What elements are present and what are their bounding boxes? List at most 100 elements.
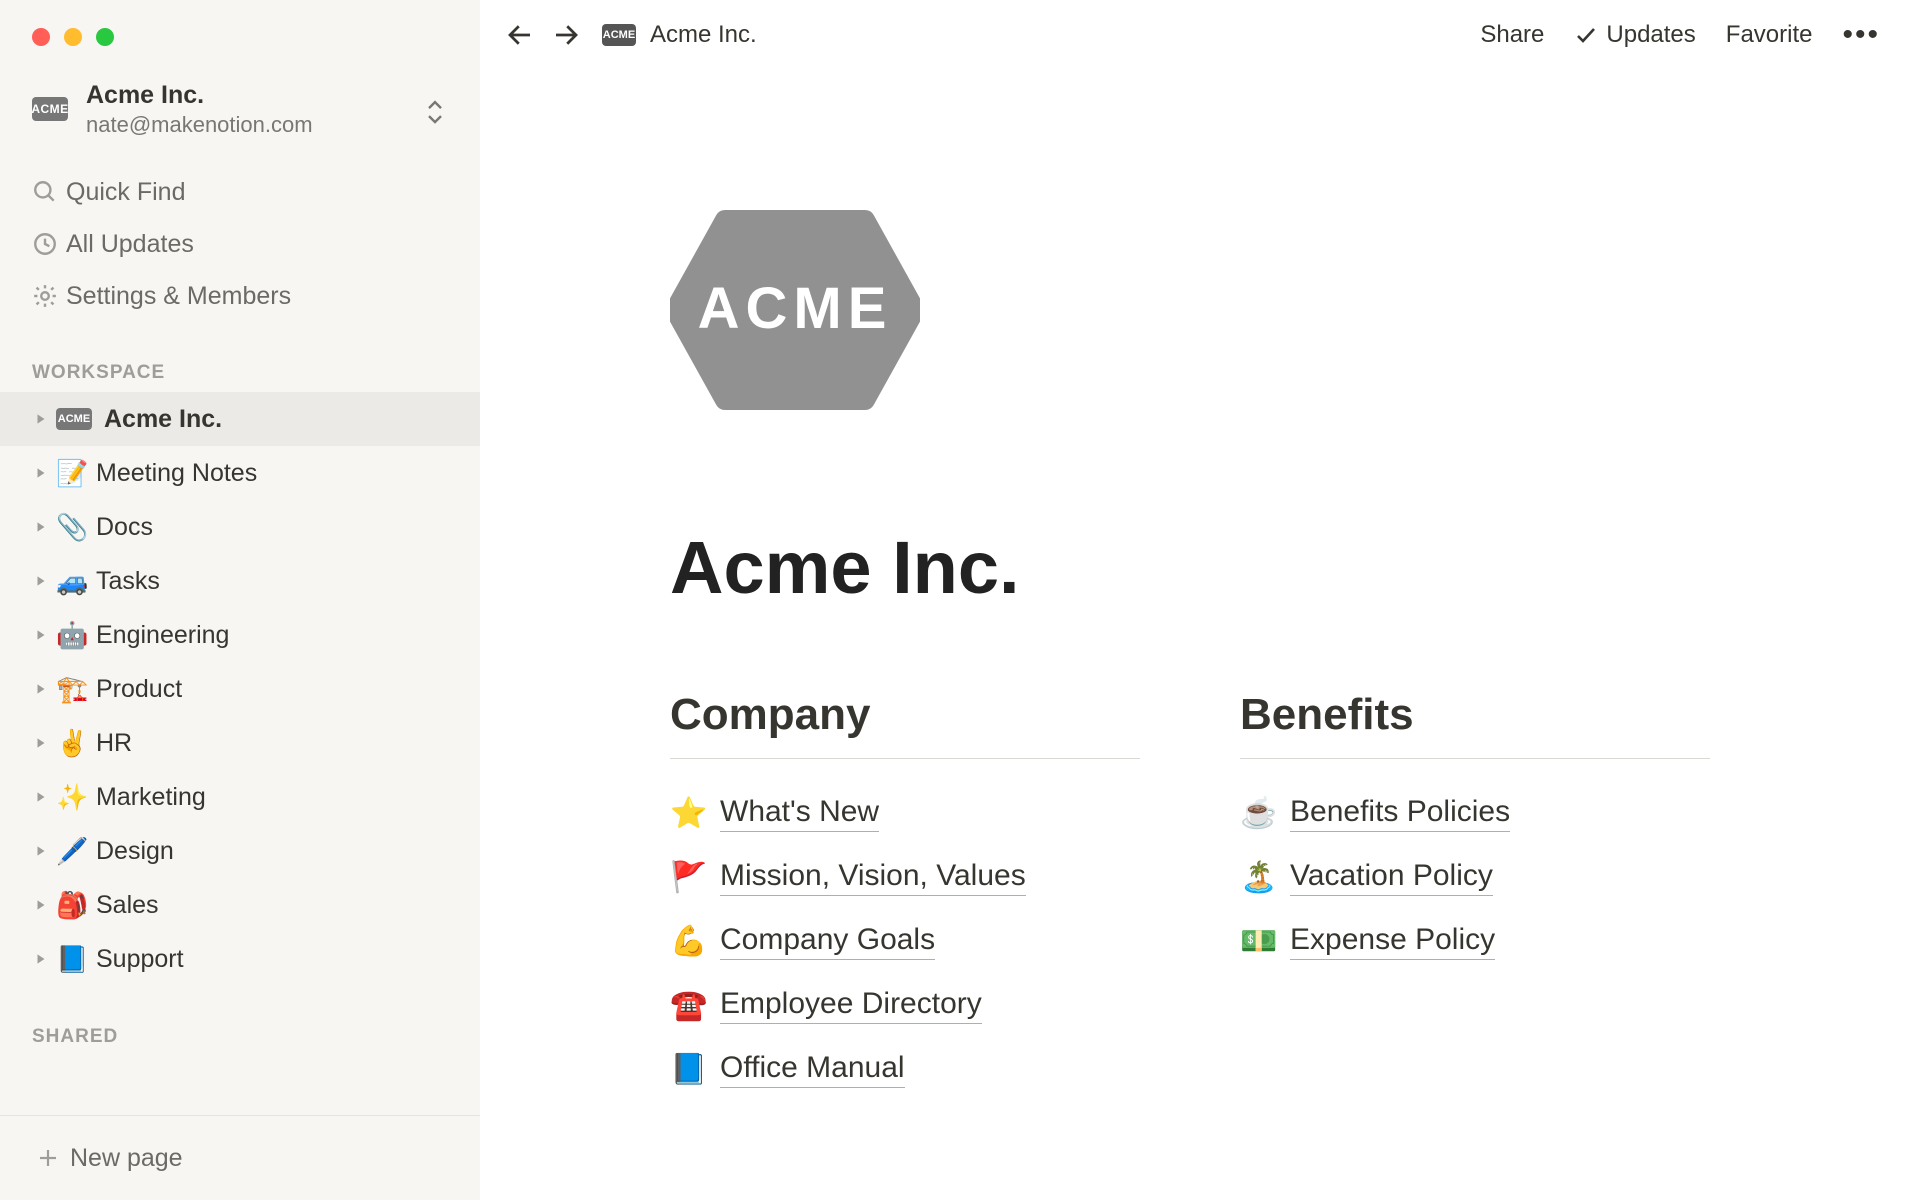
page-label: Marketing [96, 783, 206, 812]
sidebar-page-item[interactable]: 📎Docs [0, 500, 480, 554]
page-tree: ACMEAcme Inc.📝Meeting Notes📎Docs🚙Tasks🤖E… [0, 392, 480, 986]
acme-hexagon-icon: ACME [670, 210, 920, 410]
page-title[interactable]: Acme Inc. [670, 525, 1850, 610]
page-link[interactable]: 🚩Mission, Vision, Values [670, 845, 1140, 909]
page-label: HR [96, 729, 132, 758]
chevron-up-down-icon [426, 99, 444, 125]
page-emoji-icon: 🖊️ [56, 836, 96, 867]
page-emoji-icon: 🏗️ [56, 674, 96, 705]
page-label: Support [96, 945, 184, 974]
sidebar-page-item[interactable]: 🎒Sales [0, 878, 480, 932]
page-label: Tasks [96, 567, 160, 596]
page-emoji-icon: ✨ [56, 782, 96, 813]
caret-right-icon[interactable] [34, 844, 56, 858]
back-button[interactable] [500, 15, 540, 55]
link-emoji-icon: ☕ [1240, 796, 1290, 831]
page-emoji-icon: 🎒 [56, 890, 96, 921]
settings-label: Settings & Members [66, 282, 291, 311]
caret-right-icon[interactable] [34, 682, 56, 696]
column-header: Company [670, 690, 1140, 759]
share-label: Share [1480, 21, 1544, 49]
caret-right-icon[interactable] [34, 790, 56, 804]
page-link[interactable]: 🏝️Vacation Policy [1240, 845, 1710, 909]
caret-right-icon[interactable] [34, 898, 56, 912]
page-link[interactable]: ⭐What's New [670, 781, 1140, 845]
caret-right-icon[interactable] [34, 466, 56, 480]
updates-label: Updates [1606, 21, 1695, 49]
sidebar-page-item[interactable]: 📝Meeting Notes [0, 446, 480, 500]
link-label: Expense Policy [1290, 923, 1495, 960]
link-label: What's New [720, 795, 879, 832]
topbar: ACME Acme Inc. Share Updates Favorite ••… [480, 0, 1920, 70]
favorite-label: Favorite [1726, 21, 1813, 49]
page-chip-icon: ACME [56, 408, 92, 430]
link-label: Office Manual [720, 1051, 905, 1088]
sidebar-page-item[interactable]: 🤖Engineering [0, 608, 480, 662]
page-label: Meeting Notes [96, 459, 257, 488]
sidebar-page-item[interactable]: 🚙Tasks [0, 554, 480, 608]
link-label: Mission, Vision, Values [720, 859, 1026, 896]
window-traffic-lights [0, 0, 480, 76]
page-logo: ACME [670, 210, 1850, 415]
page-link[interactable]: ☕Benefits Policies [1240, 781, 1710, 845]
link-emoji-icon: 🚩 [670, 860, 720, 895]
column-header: Benefits [1240, 690, 1710, 759]
page-emoji-icon: 🚙 [56, 566, 96, 597]
more-menu-button[interactable]: ••• [1842, 18, 1880, 52]
sidebar-page-item[interactable]: ✌️HR [0, 716, 480, 770]
page-label: Design [96, 837, 174, 866]
link-emoji-icon: 🏝️ [1240, 860, 1290, 895]
all-updates[interactable]: All Updates [0, 218, 480, 270]
caret-right-icon[interactable] [34, 412, 56, 426]
sidebar-page-item[interactable]: 🖊️Design [0, 824, 480, 878]
forward-button[interactable] [546, 15, 586, 55]
page-emoji-icon: 🤖 [56, 620, 96, 651]
main-content: ACME Acme Inc. Share Updates Favorite ••… [480, 0, 1920, 1200]
caret-right-icon[interactable] [34, 736, 56, 750]
page-label: Engineering [96, 621, 229, 650]
share-button[interactable]: Share [1480, 21, 1544, 49]
link-emoji-icon: ☎️ [670, 988, 720, 1023]
updates-button[interactable]: Updates [1574, 21, 1695, 49]
page-label: Acme Inc. [104, 405, 222, 434]
breadcrumb[interactable]: ACME Acme Inc. [602, 21, 757, 49]
close-window-button[interactable] [32, 28, 50, 46]
link-label: Vacation Policy [1290, 859, 1493, 896]
breadcrumb-label: Acme Inc. [650, 21, 757, 49]
new-page-label: New page [70, 1144, 183, 1173]
workspace-switcher[interactable]: ACME Acme Inc. nate@makenotion.com [0, 76, 480, 156]
sidebar-page-item[interactable]: 🏗️Product [0, 662, 480, 716]
sidebar-page-item[interactable]: 📘Support [0, 932, 480, 986]
page-link[interactable]: 💪Company Goals [670, 909, 1140, 973]
settings-members[interactable]: Settings & Members [0, 270, 480, 322]
minimize-window-button[interactable] [64, 28, 82, 46]
page-emoji-icon: 📎 [56, 512, 96, 543]
page-label: Sales [96, 891, 159, 920]
gear-icon [32, 283, 66, 309]
caret-right-icon[interactable] [34, 628, 56, 642]
quick-find[interactable]: Quick Find [0, 166, 480, 218]
sidebar-page-item[interactable]: ACME Acme Inc. [0, 392, 480, 446]
page-link[interactable]: 📘Office Manual [670, 1037, 1140, 1101]
new-page-button[interactable]: New page [0, 1116, 480, 1200]
sidebar-page-item[interactable]: ✨Marketing [0, 770, 480, 824]
quick-find-label: Quick Find [66, 178, 185, 207]
caret-right-icon[interactable] [34, 952, 56, 966]
caret-right-icon[interactable] [34, 574, 56, 588]
page-link[interactable]: 💵Expense Policy [1240, 909, 1710, 973]
zoom-window-button[interactable] [96, 28, 114, 46]
page-link[interactable]: ☎️Employee Directory [670, 973, 1140, 1037]
all-updates-label: All Updates [66, 230, 194, 259]
breadcrumb-chip-icon: ACME [602, 24, 636, 46]
workspace-chip-icon: ACME [32, 97, 68, 121]
caret-right-icon[interactable] [34, 520, 56, 534]
favorite-button[interactable]: Favorite [1726, 21, 1813, 49]
search-icon [32, 179, 66, 205]
link-emoji-icon: ⭐ [670, 796, 720, 831]
clock-icon [32, 231, 66, 257]
link-label: Employee Directory [720, 987, 982, 1024]
page-emoji-icon: ✌️ [56, 728, 96, 759]
link-label: Benefits Policies [1290, 795, 1510, 832]
workspace-title: Acme Inc. [86, 80, 313, 110]
sidebar: ACME Acme Inc. nate@makenotion.com Quick… [0, 0, 480, 1200]
